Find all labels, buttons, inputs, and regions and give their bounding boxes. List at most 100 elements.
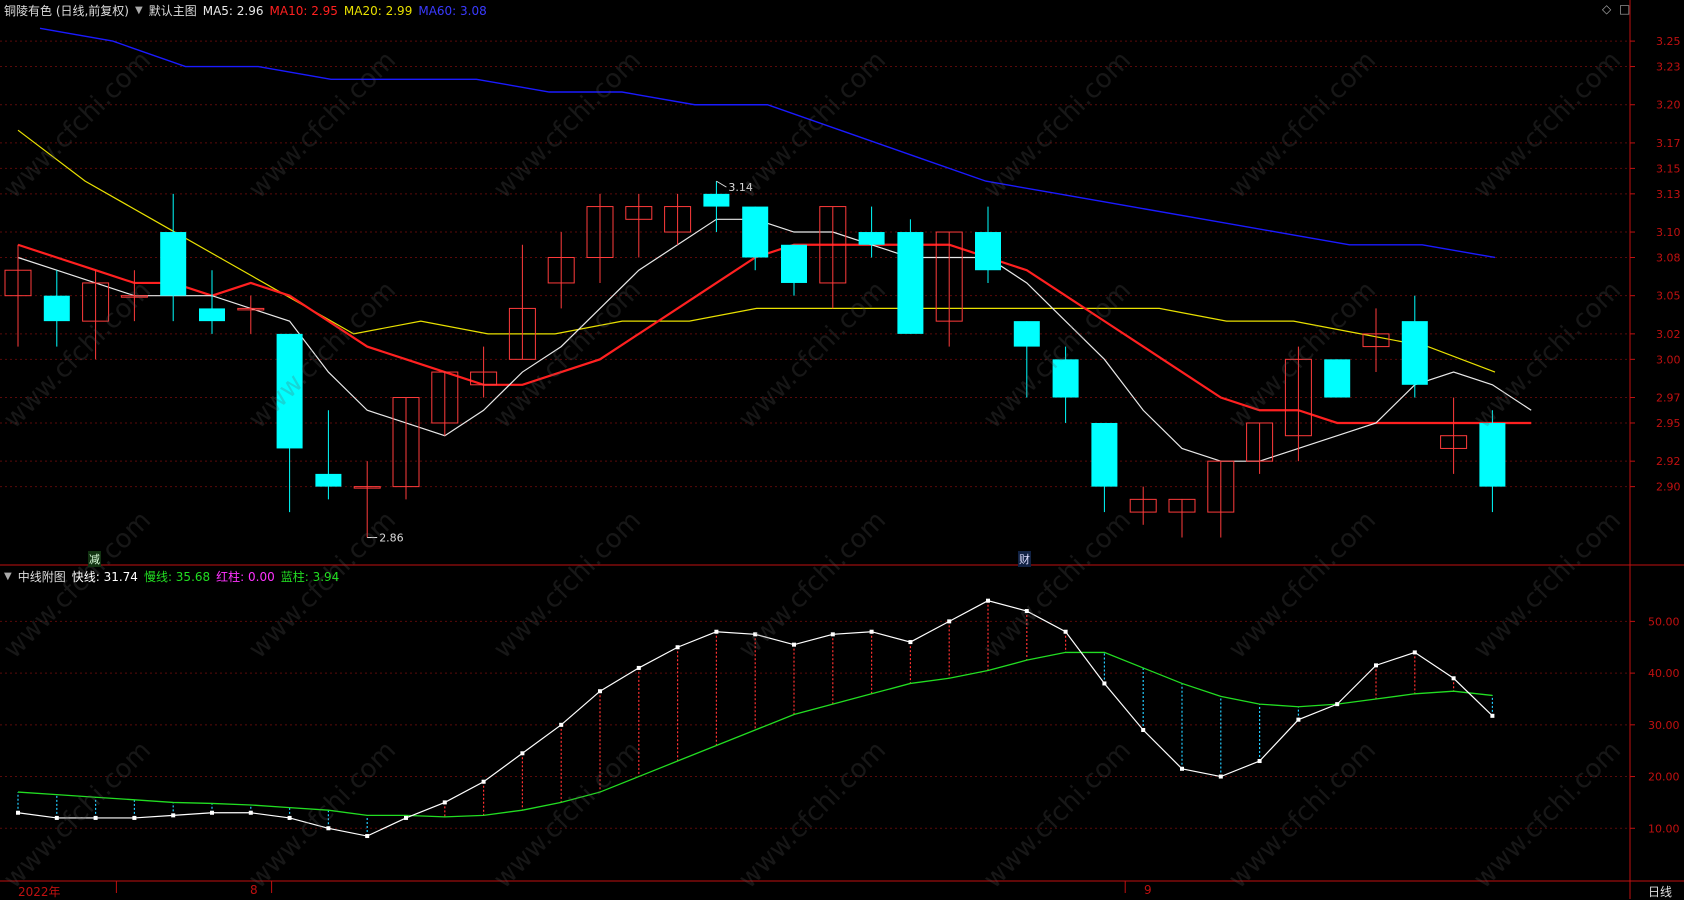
ma10-value: MA10: 2.95 bbox=[269, 3, 338, 18]
price-tick-label: 3.23 bbox=[1656, 61, 1681, 74]
price-tick-label: 3.25 bbox=[1656, 35, 1681, 48]
candle-body-down bbox=[276, 333, 303, 449]
fast-point bbox=[830, 632, 835, 637]
price-tick-label: 3.00 bbox=[1656, 353, 1681, 366]
fast-point bbox=[1490, 713, 1495, 718]
candle-body-down bbox=[703, 193, 730, 207]
sub-title[interactable]: 中线附图 bbox=[18, 568, 66, 585]
candle-body-down bbox=[742, 206, 769, 258]
price-tick-label: 3.15 bbox=[1656, 162, 1681, 175]
candle-body-down bbox=[858, 232, 885, 245]
fast-point bbox=[132, 815, 137, 820]
fast-point bbox=[520, 751, 525, 756]
price-tick-label: 3.05 bbox=[1656, 290, 1681, 303]
finance-marker[interactable]: 财 bbox=[1018, 551, 1031, 567]
fast-point bbox=[93, 815, 98, 820]
fast-point bbox=[1374, 663, 1378, 668]
ma60-value: MA60: 3.08 bbox=[418, 3, 487, 18]
fast-point bbox=[1335, 702, 1340, 707]
fast-point bbox=[1412, 650, 1417, 655]
fast-point bbox=[753, 632, 758, 637]
reduce-marker[interactable]: 减 bbox=[88, 551, 101, 567]
high-price-label: 3.14 bbox=[728, 181, 753, 194]
red-bar-value: 红柱: 0.00 bbox=[216, 570, 275, 584]
candle-body-down bbox=[1013, 321, 1040, 347]
fast-point bbox=[598, 689, 602, 694]
fast-point bbox=[326, 826, 331, 831]
slow-line-value: 慢线: 35.68 bbox=[143, 570, 211, 584]
chart-canvas: 3.25 3.23 3.20 3.17 3.15 3.13 3.10 3.08 3.05 3.02… bbox=[0, 0, 1684, 899]
main-chart-header: 铜陵有色 (日线,前复权) ▼ 默认主图 MA5: 2.96 MA10: 2.9… bbox=[4, 2, 487, 19]
candle-body-down bbox=[1324, 359, 1351, 398]
diamond-icon[interactable]: ◇ bbox=[1602, 2, 1611, 16]
fast-point bbox=[675, 645, 680, 650]
fast-point bbox=[714, 629, 719, 634]
fast-line-value: 快线: 31.74 bbox=[71, 570, 138, 584]
template-name[interactable]: 默认主图 bbox=[149, 2, 197, 19]
year-label: 2022年 bbox=[18, 885, 61, 899]
window-icon[interactable]: □ bbox=[1619, 2, 1630, 16]
fast-point bbox=[947, 619, 952, 624]
candle-body-down bbox=[1052, 359, 1079, 398]
fast-point bbox=[365, 834, 370, 839]
low-price-label: 2.86 bbox=[379, 532, 404, 545]
price-tick-label: 2.90 bbox=[1656, 481, 1681, 494]
sub-dropdown-icon[interactable]: ▼ bbox=[4, 571, 12, 582]
template-dropdown-icon[interactable]: ▼ bbox=[135, 5, 143, 16]
fast-point bbox=[1296, 717, 1301, 722]
month-9-label: 9 bbox=[1144, 883, 1152, 897]
fast-point bbox=[869, 629, 874, 634]
price-tick-label: 2.92 bbox=[1656, 455, 1681, 468]
fast-point bbox=[210, 810, 214, 815]
slow-line bbox=[17, 651, 1493, 818]
high-arrow bbox=[716, 180, 727, 188]
price-tick-label: 3.17 bbox=[1656, 137, 1681, 150]
price-tick-label: 3.20 bbox=[1656, 99, 1681, 112]
fast-point bbox=[404, 815, 408, 820]
ma20-value: MA20: 2.99 bbox=[343, 3, 413, 18]
candle-body-down bbox=[1091, 422, 1118, 487]
candle-body-down bbox=[160, 232, 187, 296]
candle-body-down bbox=[1401, 321, 1428, 385]
sub-chart-header: ▼ 中线附图 快线: 31.74 慢线: 35.68 红柱: 0.00 蓝柱: … bbox=[4, 568, 339, 585]
indicator-tick-label: 50.00 bbox=[1648, 615, 1680, 628]
ma5-line bbox=[17, 218, 1532, 462]
candle-body-down bbox=[1479, 422, 1506, 487]
fast-point bbox=[559, 722, 564, 727]
indicator-tick-label: 40.00 bbox=[1648, 667, 1680, 680]
fast-point bbox=[481, 779, 486, 784]
fast-point bbox=[1180, 766, 1184, 771]
fast-point bbox=[1024, 609, 1029, 614]
fast-point bbox=[908, 640, 913, 645]
ma5-value: MA5: 2.96 bbox=[202, 3, 264, 18]
candle-body-down bbox=[781, 244, 807, 283]
fast-point bbox=[171, 813, 176, 818]
price-tick-label: 3.13 bbox=[1656, 188, 1681, 201]
fast-point bbox=[442, 800, 447, 805]
fast-point bbox=[1102, 681, 1107, 686]
price-tick-label: 2.97 bbox=[1656, 392, 1681, 405]
fast-point bbox=[54, 815, 59, 820]
price-tick-label: 3.02 bbox=[1656, 328, 1681, 341]
price-tick-label: 2.95 bbox=[1656, 417, 1681, 430]
period-label[interactable]: 日线 bbox=[1648, 883, 1672, 900]
fast-point bbox=[1257, 759, 1262, 764]
fast-point bbox=[986, 598, 990, 603]
candle-body-down bbox=[199, 308, 225, 322]
indicator-tick-label: 30.00 bbox=[1648, 719, 1680, 732]
fast-point bbox=[1218, 774, 1223, 779]
price-tick-label: 3.08 bbox=[1656, 251, 1681, 264]
month-8-label: 8 bbox=[250, 883, 258, 897]
fast-point bbox=[636, 665, 641, 670]
candle-body-down bbox=[315, 473, 342, 487]
fast-point bbox=[287, 815, 292, 820]
fast-point bbox=[248, 810, 253, 815]
fast-point bbox=[1451, 676, 1456, 681]
stock-title[interactable]: 铜陵有色 (日线,前复权) bbox=[4, 2, 129, 19]
fast-point bbox=[16, 810, 20, 815]
candle-body-down bbox=[43, 295, 70, 322]
fast-point bbox=[1141, 728, 1146, 732]
candle-body-down bbox=[897, 232, 924, 334]
fast-point bbox=[1063, 629, 1068, 634]
candle-body-down bbox=[975, 232, 1001, 271]
